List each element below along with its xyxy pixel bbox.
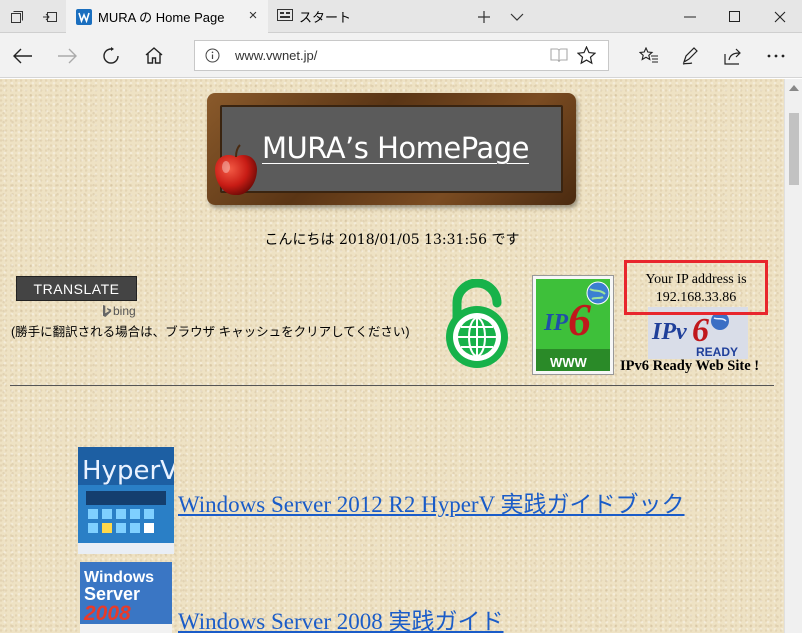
site-info-icon[interactable] — [205, 48, 220, 63]
close-window-icon[interactable] — [757, 0, 802, 33]
address-bar[interactable]: www.vwnet.jp/ — [194, 40, 609, 71]
svg-text:IP: IP — [543, 310, 568, 336]
scroll-thumb[interactable] — [789, 113, 799, 185]
bing-icon — [103, 305, 111, 317]
navigation-bar: www.vwnet.jp/ — [0, 33, 802, 78]
home-icon[interactable] — [137, 39, 170, 72]
minimize-icon[interactable] — [667, 0, 712, 33]
tab-title: スタート — [299, 10, 352, 25]
vertical-scrollbar[interactable] — [784, 79, 802, 633]
ip-address-box: Your IP address is 192.168.33.86 — [624, 260, 768, 315]
site-favicon-icon — [76, 8, 92, 25]
forward-icon[interactable] — [50, 39, 83, 72]
new-tab-icon[interactable] — [467, 0, 500, 33]
back-icon[interactable] — [6, 39, 39, 72]
green-lock-globe-icon[interactable] — [441, 279, 513, 369]
ip-address-caption: Your IP address is — [645, 272, 747, 287]
book-cover-line2: Server — [84, 584, 140, 604]
more-options-icon[interactable] — [759, 39, 792, 72]
apple-icon — [215, 144, 257, 196]
refresh-icon[interactable] — [94, 39, 127, 72]
bing-label: bing — [113, 304, 136, 318]
tab-manager-icon[interactable] — [0, 0, 33, 33]
tab-mura-home[interactable]: MURA の Home Page × — [66, 0, 268, 33]
tab-close-icon[interactable]: × — [246, 8, 260, 23]
url-text[interactable]: www.vwnet.jp/ — [235, 48, 317, 63]
translate-button[interactable]: TRANSLATE — [16, 276, 137, 301]
bing-logo: bing — [102, 304, 136, 318]
book-link-hyperv[interactable]: Windows Server 2012 R2 HyperV 実践ガイドブック — [178, 485, 685, 519]
book-cover-title: HyperV — [82, 456, 174, 486]
ip-address-value: 192.168.33.86 — [655, 290, 737, 305]
greeting-text: こんにちは 2018/01/05 13:31:56 です — [264, 232, 520, 248]
book-link-ws2008[interactable]: Windows Server 2008 実践ガイド — [178, 602, 504, 633]
web-page-content: MURA’s HomePage こんにちは 2018/01/05 13:31:5… — [0, 79, 784, 633]
favorite-star-icon[interactable] — [576, 45, 597, 69]
svg-text:6: 6 — [692, 312, 709, 349]
ipv6-www-label: WWW — [550, 355, 588, 370]
svg-text:IPv: IPv — [651, 319, 687, 345]
tab-preview-chevron-icon[interactable] — [500, 0, 533, 33]
favorites-hub-icon[interactable] — [632, 39, 665, 72]
maximize-icon[interactable] — [712, 0, 757, 33]
set-aside-tabs-icon[interactable] — [33, 0, 66, 33]
ipv6-www-badge[interactable]: IP 6 WWW — [532, 275, 614, 375]
ipv6-ready-label: READY — [696, 345, 738, 359]
banner-blackboard: MURA’s HomePage — [220, 105, 563, 193]
tab-strip: MURA の Home Page × スタート — [0, 0, 802, 33]
svg-text:6: 6 — [568, 294, 591, 345]
reading-view-icon[interactable] — [550, 47, 568, 67]
ipv6-ready-text: IPv6 Ready Web Site ! — [620, 358, 760, 374]
banner-title[interactable]: MURA’s HomePage — [262, 131, 529, 165]
share-icon[interactable] — [716, 39, 749, 72]
translate-note: (勝手に翻訳される場合は、ブラウザ キャッシュをクリアしてください) — [11, 325, 410, 339]
book-cover-hyperv[interactable]: HyperV — [78, 447, 178, 554]
web-note-pen-icon[interactable] — [673, 39, 706, 72]
horizontal-divider — [10, 385, 774, 386]
tab-start[interactable]: スタート — [269, 0, 465, 33]
scroll-up-icon[interactable] — [789, 85, 799, 91]
book-cover-ws2008[interactable]: Windows Server 2008 — [80, 562, 172, 633]
tab-title: MURA の Home Page — [98, 10, 225, 25]
homepage-banner: MURA’s HomePage — [207, 93, 576, 205]
book-cover-line3: 2008 — [83, 602, 131, 625]
start-tab-icon — [277, 9, 293, 24]
